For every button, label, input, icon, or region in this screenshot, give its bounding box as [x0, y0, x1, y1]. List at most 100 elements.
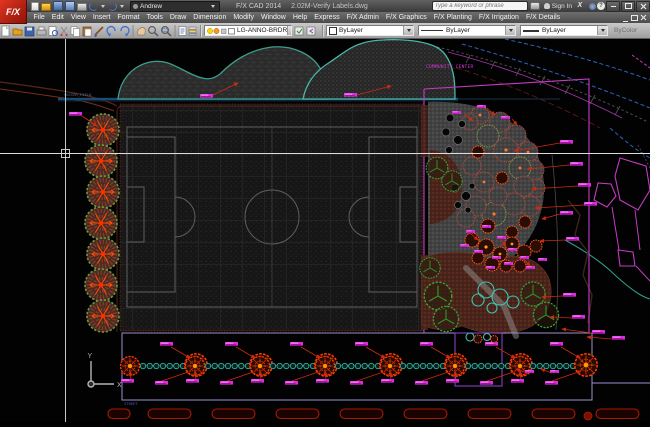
linetype-dropdown[interactable]: ByLayer	[418, 25, 516, 36]
current-layer-name: LG-ANNO-BRDR	[237, 27, 287, 34]
workspace-dropdown[interactable]: Andrew	[130, 1, 220, 12]
west-tree-row	[85, 114, 119, 332]
infocenter-search-input[interactable]	[432, 1, 528, 11]
menu-dimension[interactable]: Dimension	[190, 14, 230, 21]
existing-road-curves	[0, 82, 117, 111]
color-dropdown-caret[interactable]	[403, 26, 413, 35]
hatched-mounds	[118, 40, 455, 99]
menu-file[interactable]: File	[30, 14, 48, 21]
workspace-gear-icon	[133, 4, 138, 9]
doc-restore-button[interactable]	[630, 14, 639, 22]
minimize-button[interactable]	[606, 1, 620, 12]
toolbar: LG-ANNO-BRDR ByLayer ByLayer ByLayer ByC…	[0, 23, 650, 39]
qat-plot-icon[interactable]	[77, 3, 87, 11]
lineweight-dropdown[interactable]: ByLayer	[520, 25, 608, 36]
drawing-svg[interactable]: SOCCER_FIELD COMMUNITY_	[0, 39, 650, 422]
drawing-canvas[interactable]: SOCCER_FIELD COMMUNITY_	[0, 39, 650, 422]
layer-tools-icons[interactable]	[294, 25, 318, 37]
qat-save-icon[interactable]	[53, 1, 63, 11]
redo-icon[interactable]	[108, 2, 117, 11]
menu-view[interactable]: View	[67, 14, 89, 21]
communication-center-icon[interactable]	[589, 3, 596, 10]
zoom-realtime-icon	[149, 26, 158, 35]
street-viewport-label: STREET	[124, 401, 138, 406]
match-properties-icon	[94, 27, 103, 37]
fx-app-logo[interactable]: F/X	[0, 0, 27, 24]
menu-fx-graphics[interactable]: F/X Graphics	[382, 14, 430, 21]
menu-window[interactable]: Window	[257, 14, 289, 21]
layers-icon	[189, 27, 196, 36]
layer-dropdown-caret[interactable]	[287, 26, 292, 35]
zoom-window-icon	[162, 26, 171, 35]
street-strip: STREET	[121, 333, 650, 406]
ucs-x-label: X	[117, 382, 122, 389]
menu-fx-admin[interactable]: F/X Admin	[343, 14, 382, 21]
menu-fx-irrigation[interactable]: F/X Irrigation	[475, 14, 522, 21]
lineweight-dropdown-caret[interactable]	[597, 26, 607, 35]
menu-format[interactable]: Format	[114, 14, 143, 21]
soccer-field-viewport-label: SOCCER_FIELD	[64, 92, 92, 97]
ucs-icon: Y X	[88, 353, 123, 389]
menu-express[interactable]: Express	[311, 14, 343, 21]
community-center-viewport-label: COMMUNITY_CENTER	[426, 64, 473, 70]
menu-modify[interactable]: Modify	[230, 14, 258, 21]
search-binoculars-icon[interactable]	[530, 2, 540, 10]
copy-icon	[71, 26, 80, 36]
undo-dropdown-caret[interactable]	[101, 5, 105, 8]
fx-cad-window: { "window": { "logo": "F/X", "app_title"…	[0, 0, 650, 422]
qat-new-icon[interactable]	[31, 2, 39, 11]
undo-icon[interactable]	[89, 2, 98, 11]
linetype-sample	[421, 30, 443, 31]
layer-freeze-sun-icon	[214, 28, 219, 33]
color-chip	[329, 27, 337, 35]
paste-icon	[83, 27, 91, 36]
parking-stalls	[108, 409, 639, 420]
menu-insert[interactable]: Insert	[89, 14, 114, 21]
preview-icon	[49, 26, 58, 35]
layer-on-bulb-icon	[207, 28, 212, 33]
workspace-name: Andrew	[140, 3, 162, 10]
plot-style-control: ByColor	[614, 27, 637, 34]
color-dropdown[interactable]: ByLayer	[326, 25, 414, 36]
close-button[interactable]	[636, 1, 650, 12]
current-lineweight: ByLayer	[542, 27, 566, 34]
pan-icon	[138, 27, 146, 35]
layer-state-icons	[207, 27, 237, 35]
standard-toolbar-icons[interactable]	[0, 24, 198, 38]
linetype-dropdown-caret[interactable]	[505, 26, 515, 35]
qat-saveas-icon[interactable]	[65, 1, 75, 11]
help-icon[interactable]: ?	[597, 2, 605, 10]
menu-edit[interactable]: Edit	[48, 14, 67, 21]
redo-dropdown-caret[interactable]	[120, 5, 124, 8]
titlebar: Andrew F/X CAD 20142.02M-Verify Labels.d…	[0, 0, 650, 12]
layer-color-chip	[229, 28, 235, 34]
redo-icon	[121, 26, 129, 36]
properties-icon	[179, 26, 186, 35]
current-linetype: ByLayer	[446, 27, 470, 34]
current-color: ByLayer	[339, 27, 363, 34]
save-icon	[25, 27, 34, 36]
qat-open-icon[interactable]	[41, 3, 51, 11]
signin-link[interactable]: Sign In	[552, 3, 572, 10]
menu-tools[interactable]: Tools	[143, 14, 166, 21]
plot-icon	[37, 27, 46, 35]
window-title: F/X CAD 20142.02M-Verify Labels.dwg	[236, 3, 368, 10]
menu-draw[interactable]: Draw	[166, 14, 189, 21]
lineweight-sample	[523, 30, 539, 32]
soccer-field	[117, 104, 423, 332]
doc-minimize-button[interactable]	[621, 14, 630, 22]
workspace-caret	[211, 5, 215, 8]
menubar: File Edit View Insert Format Tools Draw …	[0, 12, 650, 23]
layer-dropdown[interactable]: LG-ANNO-BRDR	[204, 25, 292, 36]
exchange-apps-icon[interactable]: X	[578, 2, 586, 10]
mound-west	[118, 47, 328, 99]
menu-fx-details[interactable]: F/X Details	[522, 14, 563, 21]
doc-close-button[interactable]	[639, 14, 648, 22]
ucs-y-label: Y	[88, 353, 93, 360]
community-center-planting	[420, 102, 559, 336]
undo-icon	[107, 26, 115, 36]
restore-button[interactable]	[621, 1, 635, 12]
new-icon	[2, 26, 9, 36]
menu-help[interactable]: Help	[289, 14, 310, 21]
menu-fx-planting[interactable]: F/X Planting	[430, 14, 475, 21]
